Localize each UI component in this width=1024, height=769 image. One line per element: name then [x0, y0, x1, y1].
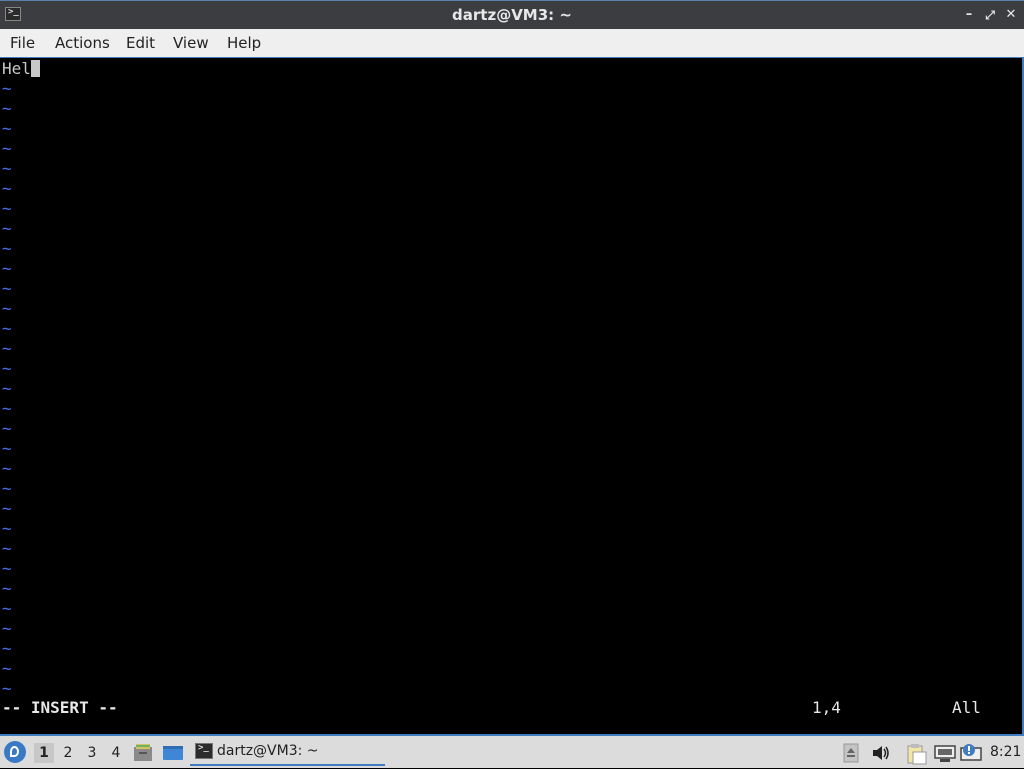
empty-line-tilde: ~ [2, 399, 12, 418]
terminal-task-icon: >_ [195, 743, 213, 759]
empty-line-tilde: ~ [2, 679, 12, 698]
empty-line-tilde: ~ [2, 659, 12, 678]
empty-line-tilde: ~ [2, 259, 12, 278]
window-title: dartz@VM3: ~ [452, 6, 572, 24]
cursor-position: 1,4 [812, 698, 841, 717]
empty-line-tilde: ~ [2, 179, 12, 198]
text-cursor [30, 60, 40, 77]
empty-line-tilde: ~ [2, 99, 12, 118]
empty-line-tilde: ~ [2, 599, 12, 618]
workspace-3[interactable]: 3 [82, 743, 102, 763]
volume-icon[interactable] [871, 743, 891, 763]
close-button[interactable]: ✕ [1002, 5, 1020, 25]
empty-line-tilde: ~ [2, 379, 12, 398]
empty-line-tilde: ~ [2, 519, 12, 538]
workspace-1[interactable]: 1 [34, 743, 54, 763]
editor-line-1: Hel [2, 59, 40, 79]
empty-line-tilde: ~ [2, 139, 12, 158]
update-notifier-icon[interactable] [960, 743, 982, 763]
editor-line-text: Hel [2, 59, 31, 78]
network-icon[interactable] [934, 743, 956, 763]
empty-line-tilde: ~ [2, 479, 12, 498]
empty-line-tilde: ~ [2, 199, 12, 218]
scroll-position: All [952, 698, 981, 717]
empty-line-tilde: ~ [2, 419, 12, 438]
menu-view[interactable]: View [173, 34, 209, 52]
vim-status-line: -- INSERT -- 1,4 All [0, 698, 1024, 720]
empty-line-tilde: ~ [2, 319, 12, 338]
empty-line-tilde: ~ [2, 499, 12, 518]
empty-line-tilde: ~ [2, 579, 12, 598]
empty-line-tilde: ~ [2, 79, 12, 98]
clipboard-icon[interactable] [906, 743, 927, 765]
terminal-area[interactable]: Hel ~ ~ ~ ~ ~ ~ ~ ~ ~ ~ ~ ~ ~ ~ ~ ~ ~ ~ ~ ~ ~ ~ ~ ~ ~ ~ ~ ~ ~ ~ ~ -- I… [0, 58, 1024, 734]
menu-actions[interactable]: Actions [55, 34, 110, 52]
task-label: dartz@VM3: ~ [217, 743, 319, 759]
taskbar: 1 2 3 4 >_ dartz@VM3: ~ 8:21 [0, 734, 1024, 768]
start-menu-icon[interactable] [4, 741, 26, 763]
workspace-4[interactable]: 4 [106, 743, 126, 763]
empty-line-tilde: ~ [2, 439, 12, 458]
empty-line-tilde: ~ [2, 639, 12, 658]
menu-edit[interactable]: Edit [126, 34, 155, 52]
menu-file[interactable]: File [10, 34, 35, 52]
menu-bar: File Actions Edit View Help [0, 29, 1024, 58]
clock[interactable]: 8:21 [990, 744, 1021, 760]
empty-line-tilde: ~ [2, 559, 12, 578]
vim-mode-indicator: -- INSERT -- [2, 698, 118, 717]
workspace-2[interactable]: 2 [58, 743, 78, 763]
menu-help[interactable]: Help [227, 34, 261, 52]
empty-line-tilde: ~ [2, 119, 12, 138]
maximize-button[interactable]: ⤢ [981, 5, 999, 25]
file-manager-icon[interactable] [133, 742, 153, 762]
empty-line-tilde: ~ [2, 239, 12, 258]
empty-line-tilde: ~ [2, 359, 12, 378]
taskbar-task-terminal[interactable]: >_ dartz@VM3: ~ [190, 738, 385, 766]
window-titlebar[interactable]: >_ dartz@VM3: ~ – ⤢ ✕ [0, 0, 1024, 29]
eject-icon[interactable] [843, 743, 863, 763]
desktop-icon[interactable] [162, 742, 183, 762]
empty-line-tilde: ~ [2, 219, 12, 238]
empty-line-tilde: ~ [2, 299, 12, 318]
empty-line-tilde: ~ [2, 459, 12, 478]
empty-line-tilde: ~ [2, 539, 12, 558]
minimize-button[interactable]: – [960, 5, 978, 25]
empty-line-tilde: ~ [2, 619, 12, 638]
empty-line-tilde: ~ [2, 159, 12, 178]
empty-line-tilde: ~ [2, 339, 12, 358]
empty-line-tilde: ~ [2, 279, 12, 298]
